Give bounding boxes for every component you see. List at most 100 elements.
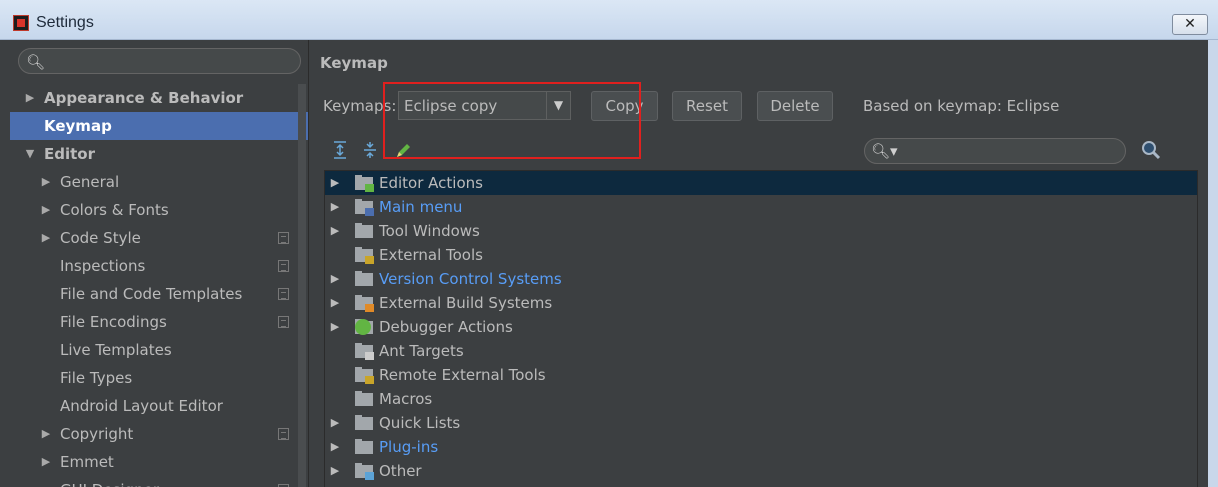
- project-scope-icon: [278, 288, 289, 300]
- tools-badge-icon: [365, 256, 374, 264]
- action-group-label: Tool Windows: [379, 222, 480, 240]
- collapsed-arrow-icon[interactable]: ▶: [329, 219, 341, 243]
- collapsed-arrow-icon[interactable]: ▶: [329, 435, 341, 459]
- action-group-label: Other: [379, 462, 422, 480]
- collapsed-arrow-icon[interactable]: ▶: [329, 411, 341, 435]
- sidebar-item[interactable]: ▶ Code Style: [10, 224, 308, 252]
- collapsed-arrow-icon[interactable]: ▶: [40, 448, 52, 476]
- project-scope-icon: [278, 232, 289, 244]
- sidebar-item[interactable]: Android Layout Editor: [10, 392, 308, 420]
- sidebar-item-label: Emmet: [60, 453, 114, 471]
- action-group-label: Quick Lists: [379, 414, 461, 432]
- action-group-row[interactable]: ▶ External Build Systems: [325, 291, 1197, 315]
- sidebar-item-label: Appearance & Behavior: [44, 89, 244, 107]
- sidebar-item[interactable]: ▼ Editor: [10, 140, 308, 168]
- action-group-row[interactable]: ▶ Debugger Actions: [325, 315, 1197, 339]
- annotation-highlight-box: [383, 82, 641, 159]
- folder-icon: [355, 439, 373, 454]
- expand-all-icon[interactable]: [330, 140, 350, 162]
- sidebar-item[interactable]: File Types: [10, 364, 308, 392]
- settings-search-input[interactable]: [49, 52, 294, 70]
- action-group-label: External Tools: [379, 246, 483, 264]
- action-group-row[interactable]: ▶ Tool Windows: [325, 219, 1197, 243]
- sidebar-item-label: Keymap: [44, 117, 112, 135]
- sidebar-item[interactable]: ▶ Appearance & Behavior: [10, 84, 308, 112]
- bug-badge-icon: [355, 319, 371, 335]
- action-group-row[interactable]: ▶ Version Control Systems: [325, 267, 1197, 291]
- sidebar-item[interactable]: ▶ General: [10, 168, 308, 196]
- intellij-app-icon: [13, 15, 29, 31]
- folder-icon: [355, 415, 373, 430]
- action-group-row[interactable]: ▶ Main menu: [325, 195, 1197, 219]
- collapsed-arrow-icon[interactable]: ▶: [329, 459, 341, 483]
- sidebar-item[interactable]: Keymap: [10, 112, 308, 140]
- reset-button-label: Reset: [686, 97, 728, 115]
- collapsed-arrow-icon[interactable]: ▶: [24, 84, 36, 112]
- project-scope-icon: [278, 428, 289, 440]
- action-group-row[interactable]: ▶ Editor Actions: [325, 171, 1197, 195]
- action-group-row[interactable]: Remote External Tools: [325, 363, 1197, 387]
- folder-icon: [355, 271, 373, 286]
- collapsed-arrow-icon[interactable]: ▶: [329, 195, 341, 219]
- action-group-row[interactable]: ▶ Other: [325, 459, 1197, 483]
- window-frame-edge: [1208, 40, 1218, 487]
- page-title: Keymap: [320, 54, 388, 72]
- collapsed-arrow-icon[interactable]: ▶: [329, 291, 341, 315]
- find-by-shortcut-icon[interactable]: [1139, 139, 1163, 163]
- collapsed-arrow-icon[interactable]: ▶: [329, 171, 341, 195]
- close-button[interactable]: ✕: [1172, 14, 1208, 35]
- action-group-label: Debugger Actions: [379, 318, 513, 336]
- sidebar-item-label: Colors & Fonts: [60, 201, 169, 219]
- sidebar-item-label: Copyright: [60, 425, 134, 443]
- sidebar-item-label: Live Templates: [60, 341, 172, 359]
- action-group-label: Remote External Tools: [379, 366, 546, 384]
- action-group-label: Version Control Systems: [379, 270, 562, 288]
- based-on-label: Based on keymap: Eclipse: [863, 97, 1060, 115]
- reset-button[interactable]: Reset: [672, 91, 742, 121]
- sidebar-item-label: Android Layout Editor: [60, 397, 223, 415]
- other-badge-icon: [365, 472, 374, 480]
- action-group-label: Ant Targets: [379, 342, 464, 360]
- sidebar-item-label: GUI Designer: [60, 476, 159, 487]
- window-title: Settings: [36, 14, 94, 31]
- sidebar-item[interactable]: GUI Designer: [10, 476, 308, 487]
- sidebar-item[interactable]: ▶ Colors & Fonts: [10, 196, 308, 224]
- settings-search[interactable]: 🔍︎: [18, 48, 301, 74]
- keymap-panel: Keymap Keymaps: Eclipse copy ▼ Copy Rese…: [310, 40, 1208, 487]
- tools-badge-icon: [365, 376, 374, 384]
- action-group-label: External Build Systems: [379, 294, 553, 312]
- sidebar-item[interactable]: File Encodings: [10, 308, 308, 336]
- action-group-row[interactable]: ▶ Quick Lists: [325, 411, 1197, 435]
- settings-sidebar: 🔍︎ ▶ Appearance & Behavior Keymap ▼ Editor ▶ G…: [10, 40, 309, 487]
- sidebar-item-label: Inspections: [60, 257, 146, 275]
- edit-shortcut-pencil-icon[interactable]: [392, 140, 412, 162]
- collapsed-arrow-icon[interactable]: ▶: [40, 196, 52, 224]
- sidebar-item-label: Code Style: [60, 229, 141, 247]
- collapsed-arrow-icon[interactable]: ▶: [40, 168, 52, 196]
- expanded-arrow-icon[interactable]: ▼: [24, 140, 36, 168]
- action-group-row[interactable]: ▶ Plug-ins: [325, 435, 1197, 459]
- delete-button[interactable]: Delete: [757, 91, 833, 121]
- sidebar-item[interactable]: Live Templates: [10, 336, 308, 364]
- project-scope-icon: [278, 316, 289, 328]
- actions-tree[interactable]: ▶ Editor Actions ▶ Main menu ▶ Tool Windows Ex…: [324, 170, 1198, 487]
- collapse-all-icon[interactable]: [360, 140, 380, 162]
- sidebar-item[interactable]: ▶ Emmet: [10, 448, 308, 476]
- action-group-row[interactable]: External Tools: [325, 243, 1197, 267]
- sidebar-item[interactable]: Inspections: [10, 252, 308, 280]
- action-filter-input[interactable]: [893, 142, 1118, 160]
- sidebar-item[interactable]: ▶ Copyright: [10, 420, 308, 448]
- collapsed-arrow-icon[interactable]: ▶: [329, 315, 341, 339]
- sidebar-scrollbar[interactable]: [298, 84, 306, 487]
- collapsed-arrow-icon[interactable]: ▶: [329, 267, 341, 291]
- build-badge-icon: [365, 304, 374, 312]
- search-icon: 🔍︎: [26, 53, 46, 71]
- action-filter[interactable]: 🔍︎▾: [864, 138, 1126, 164]
- pencil-badge-icon: [365, 184, 374, 192]
- sidebar-item[interactable]: File and Code Templates: [10, 280, 308, 308]
- action-group-row[interactable]: Ant Targets: [325, 339, 1197, 363]
- action-group-row[interactable]: Macros: [325, 387, 1197, 411]
- collapsed-arrow-icon[interactable]: ▶: [40, 224, 52, 252]
- collapsed-arrow-icon[interactable]: ▶: [40, 420, 52, 448]
- sidebar-item-label: File Encodings: [60, 313, 167, 331]
